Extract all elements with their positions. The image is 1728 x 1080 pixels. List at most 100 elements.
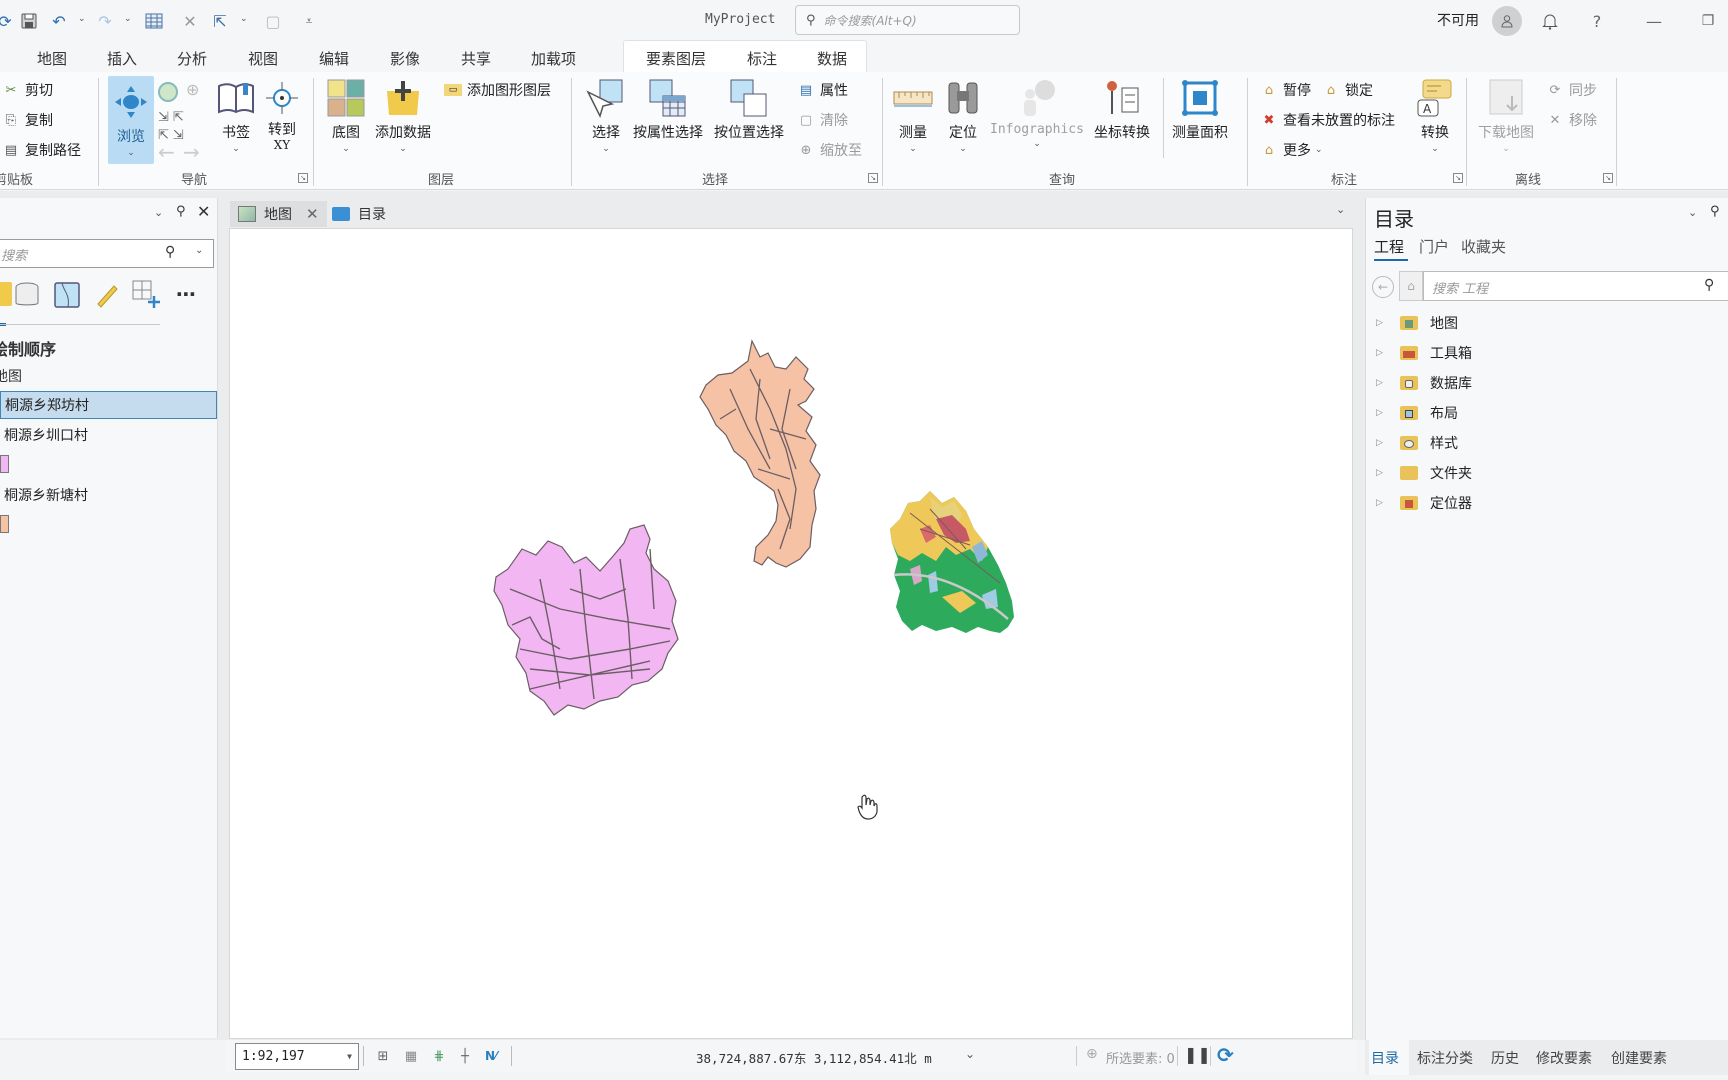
labeling-dialog-launcher-icon[interactable]: ↘ <box>1453 173 1463 183</box>
offline-dialog-launcher-icon[interactable]: ↘ <box>1603 173 1613 183</box>
close-pane-icon[interactable]: ✕ <box>197 202 210 221</box>
bottom-tab-modify-features[interactable]: 修改要素 <box>1536 1048 1592 1068</box>
lock-labels-button[interactable]: ⌂ 锁定 <box>1322 80 1373 100</box>
user-avatar-icon[interactable] <box>1492 6 1522 36</box>
download-map-button[interactable]: 下载地图 ⌄ <box>1478 78 1534 154</box>
fixed-extent-icon[interactable]: ⊞ <box>373 1047 393 1065</box>
select-button[interactable]: 选择 ⌄ <box>586 78 626 154</box>
pause-labels-button[interactable]: ⌂ 暂停 <box>1260 80 1311 100</box>
attributes-button[interactable]: ▤ 属性 <box>797 80 848 100</box>
command-search-input[interactable]: ⚲ 命令搜索(Alt+Q) <box>795 5 1020 35</box>
measure-area-button[interactable]: 测量面积 <box>1172 78 1228 142</box>
pane-options-icon[interactable]: ⌄ <box>154 206 163 219</box>
rotation-north-icon[interactable]: N⁄ <box>481 1047 501 1065</box>
snapping-icon[interactable]: ⋕ <box>429 1047 449 1065</box>
expand-icon[interactable]: ▷ <box>1376 348 1386 358</box>
basemap-button[interactable]: 底图 ⌄ <box>326 78 366 154</box>
tab-insert[interactable]: 插入 <box>103 46 141 71</box>
add-data-button[interactable]: 添加数据 ⌄ <box>375 78 431 154</box>
selection-dialog-launcher-icon[interactable]: ↘ <box>868 173 878 183</box>
pin-pane-icon[interactable]: ⚲ <box>176 204 186 219</box>
minimize-window-icon[interactable]: — <box>1640 8 1668 34</box>
coordinate-conversion-button[interactable]: 坐标转换 <box>1094 78 1150 142</box>
help-icon[interactable]: ? <box>1583 8 1611 34</box>
catalog-item-databases[interactable]: ▷ 数据库 <box>1376 371 1472 395</box>
back-icon[interactable]: ← <box>1372 276 1394 298</box>
add-graphics-layer-button[interactable]: ▭ 添加图形图层 <box>444 80 551 100</box>
redo-dropdown-icon[interactable]: ⌄ <box>124 14 132 24</box>
bottom-tab-catalog[interactable]: 目录 <box>1371 1048 1399 1068</box>
map-node[interactable]: 地图 <box>0 366 22 386</box>
tab-labeling[interactable]: 标注 <box>743 46 781 71</box>
map-scale-dropdown[interactable]: 1:92,197 ▼ <box>235 1043 359 1070</box>
undo-dropdown-icon[interactable]: ⌄ <box>78 14 86 24</box>
full-extent-icon[interactable] <box>158 82 178 102</box>
goto-xy-button[interactable]: 转到 XY <box>262 78 302 152</box>
expand-icon[interactable]: ▷ <box>1376 438 1386 448</box>
tab-edit[interactable]: 编辑 <box>315 46 353 71</box>
catalog-tab-favorites[interactable]: 收藏夹 <box>1461 236 1506 257</box>
list-by-drawing-order-icon[interactable] <box>0 282 12 306</box>
tab-imagery[interactable]: 影像 <box>386 46 424 71</box>
select-dropdown-icon[interactable]: ⌄ <box>240 14 248 24</box>
open-project-icon[interactable]: ⟳ <box>0 10 16 32</box>
bottom-tab-label-class[interactable]: 标注分类 <box>1417 1048 1473 1068</box>
layer-item-zhenkou[interactable]: 桐源乡圳口村 <box>0 421 217 449</box>
infographics-button[interactable]: Infographics ⌄ <box>990 78 1084 149</box>
locate-button[interactable]: 定位 ⌄ <box>943 78 983 154</box>
catalog-search-input[interactable]: 搜索 工程 ⚲ <box>1423 271 1728 301</box>
home-icon[interactable]: ⌂ <box>1399 271 1423 301</box>
view-unplaced-labels-button[interactable]: ✖ 查看未放置的标注 <box>1260 110 1395 130</box>
pane-options-icon[interactable]: ⌄ <box>1688 206 1697 219</box>
expand-icon[interactable]: ▷ <box>1376 408 1386 418</box>
expand-icon[interactable]: ▷ <box>1376 378 1386 388</box>
catalog-item-folders[interactable]: ▷ 文件夹 <box>1376 461 1472 485</box>
select-by-location-button[interactable]: 按位置选择 <box>714 78 784 142</box>
undo-icon[interactable]: ↶ <box>48 10 70 32</box>
tab-addins[interactable]: 加载项 <box>527 46 580 71</box>
map-view-tab-catalog[interactable]: 目录 <box>324 201 394 227</box>
explore-button[interactable]: 浏览 ⌄ <box>108 76 154 164</box>
bottom-tab-create-features[interactable]: 创建要素 <box>1611 1048 1667 1068</box>
cut-button[interactable]: ✂ 剪切 <box>2 80 53 100</box>
tab-analysis[interactable]: 分析 <box>173 46 211 71</box>
customize-toolbar-icon[interactable]: ⩡ <box>298 10 320 32</box>
measure-button[interactable]: 测量 ⌄ <box>893 78 933 154</box>
layer-zhengfang-polygon[interactable] <box>890 491 1014 633</box>
select-tool-icon[interactable]: ⇱ <box>209 10 231 32</box>
layer-xintang-polygon[interactable] <box>699 339 821 568</box>
next-extent-icon[interactable]: → <box>183 140 200 164</box>
crosshair-toggle-icon[interactable]: ┼ <box>455 1047 475 1065</box>
select-by-attributes-button[interactable]: 按属性选择 <box>633 78 703 142</box>
coordinate-format-dropdown-icon[interactable]: ⌄ <box>965 1047 975 1061</box>
zoom-to-selection-button[interactable]: ⊕ 缩放至 <box>797 140 862 160</box>
pin-pane-icon[interactable]: ⚲ <box>1710 204 1720 219</box>
clear-selection-icon[interactable]: ▢ <box>262 10 284 32</box>
delete-icon[interactable]: ✕ <box>179 10 201 32</box>
catalog-tab-project[interactable]: 工程 <box>1374 236 1404 257</box>
zoom-to-selection-icon[interactable]: ⊕ <box>186 80 199 99</box>
copy-button[interactable]: ⎘ 复制 <box>2 110 53 130</box>
close-tab-icon[interactable]: ✕ <box>306 205 319 223</box>
view-tabs-dropdown-icon[interactable]: ⌄ <box>1336 203 1345 216</box>
contents-search-input[interactable]: 搜索 ⚲ ⌄ <box>0 239 214 268</box>
clear-selection-button[interactable]: ▢ 清除 <box>797 110 848 130</box>
map-canvas[interactable] <box>229 228 1353 1039</box>
pause-drawing-icon[interactable]: ❚❚ <box>1184 1045 1211 1064</box>
refresh-icon[interactable]: ⟳ <box>1217 1043 1234 1067</box>
tab-share[interactable]: 共享 <box>457 46 495 71</box>
save-project-icon[interactable] <box>18 10 40 32</box>
previous-extent-icon[interactable]: ← <box>158 140 175 164</box>
tab-view[interactable]: 视图 <box>244 46 282 71</box>
tab-map[interactable]: 地图 <box>33 46 71 76</box>
layer-zhenkou-polygon[interactable] <box>493 524 679 716</box>
tab-data[interactable]: 数据 <box>813 46 851 71</box>
list-by-selection-icon[interactable] <box>54 282 80 312</box>
navigate-dialog-launcher-icon[interactable]: ↘ <box>298 173 308 183</box>
bottom-tab-history[interactable]: 历史 <box>1491 1048 1519 1068</box>
catalog-tab-portal[interactable]: 门户 <box>1419 236 1449 257</box>
bookmarks-button[interactable]: 书签 ⌄ <box>216 78 256 154</box>
search-options-icon[interactable]: ⌄ <box>195 245 203 256</box>
convert-labels-button[interactable]: A 转换 ⌄ <box>1415 78 1455 154</box>
notifications-bell-icon[interactable] <box>1536 8 1564 34</box>
